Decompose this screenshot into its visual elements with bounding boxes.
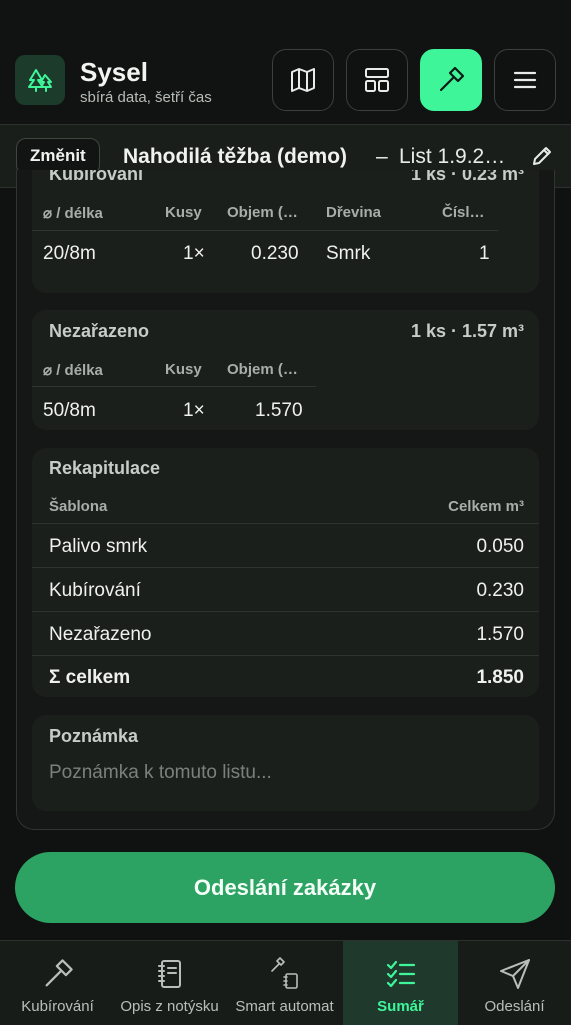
edit-pencil-icon[interactable] <box>531 145 553 167</box>
card-title: Rekapitulace <box>49 458 161 478</box>
kubirovani-card: Kubírování 1 ks · 0.23 m³ ⌀ / délka Kusy… <box>32 170 539 293</box>
col-header: Kusy <box>165 361 202 378</box>
nav-label: Kubírování <box>21 998 94 1015</box>
axe-icon <box>439 66 465 92</box>
nav-sumar[interactable]: Sumář <box>343 941 458 1025</box>
recap-total-value: 1.850 <box>476 667 524 688</box>
table-cell: 1 <box>479 243 490 264</box>
app-subtitle: sbírá data, šetří čas <box>80 89 212 106</box>
smart-automat-icon <box>270 957 298 989</box>
map-button[interactable] <box>272 49 334 111</box>
recap-row-value: 0.230 <box>476 580 524 601</box>
map-icon <box>291 68 315 92</box>
divider <box>32 523 539 524</box>
bottom-navigation: Kubírování Opis z notýsku Smart automat <box>0 940 571 1025</box>
nav-smart-automat[interactable]: Smart automat <box>227 941 342 1025</box>
send-icon <box>499 959 530 989</box>
recap-row-value: 0.050 <box>476 536 524 557</box>
recap-row-value: 1.570 <box>476 624 524 645</box>
card-title: Kubírování <box>49 170 144 184</box>
tools-button[interactable] <box>420 49 482 111</box>
col-header: ⌀ / délka <box>43 205 103 222</box>
recap-row-name: Palivo smrk <box>49 536 148 557</box>
recap-total-label: Σ celkem <box>49 667 131 688</box>
nezarazeno-card: Nezařazeno 1 ks · 1.57 m³ ⌀ / délka Kusy… <box>32 310 539 430</box>
recap-row-name: Nezařazeno <box>49 624 152 645</box>
note-input[interactable]: Poznámka k tomuto listu... <box>49 762 272 784</box>
col-header: Objem (… <box>227 204 298 221</box>
card-summary: 1 ks · 0.23 m³ <box>410 170 524 184</box>
nav-label: Odeslání <box>484 998 545 1015</box>
divider <box>32 230 498 231</box>
app-logo <box>15 55 65 105</box>
col-header: Celkem m³ <box>448 498 524 515</box>
col-header: Šablona <box>49 498 108 515</box>
checklist-icon <box>386 960 415 988</box>
card-summary: 1 ks · 1.57 m³ <box>410 321 524 341</box>
title-separator: – <box>376 145 388 168</box>
nav-kubirovani[interactable]: Kubírování <box>0 941 115 1025</box>
recap-row-name: Kubírování <box>49 580 141 601</box>
col-header: Dřevina <box>326 204 382 221</box>
menu-button[interactable] <box>494 49 556 111</box>
divider <box>32 567 539 568</box>
tree-logo-icon <box>28 69 52 92</box>
table-cell: 20/8m <box>43 243 96 264</box>
col-header: Čísl… <box>442 204 485 221</box>
layout-icon <box>365 68 389 92</box>
notebook-icon <box>157 960 181 988</box>
nav-odeslani[interactable]: Odeslání <box>458 941 571 1025</box>
col-header: Objem (… <box>227 361 298 378</box>
divider <box>32 611 539 612</box>
list-name: List 1.9.2… <box>399 145 506 168</box>
card-title: Nezařazeno <box>49 321 150 341</box>
divider <box>32 386 316 387</box>
col-header: Kusy <box>165 204 202 221</box>
nav-opis-z-notysku[interactable]: Opis z notýsku <box>112 941 227 1025</box>
app-header: Sysel sbírá data, šetří čas <box>0 0 571 124</box>
table-cell: Smrk <box>326 243 371 264</box>
table-cell: 1.570 <box>255 400 303 421</box>
layout-button[interactable] <box>346 49 408 111</box>
table-cell: 1× <box>183 400 205 421</box>
nav-label: Smart automat <box>235 998 334 1015</box>
table-cell: 0.230 <box>251 243 299 264</box>
job-title: Nahodilá těžba (demo) <box>123 145 348 168</box>
nav-label: Sumář <box>377 998 424 1015</box>
rekapitulace-card: Rekapitulace Šablona Celkem m³ Palivo sm… <box>32 448 539 697</box>
app-title: Sysel <box>80 57 148 87</box>
menu-icon <box>513 71 537 89</box>
submit-order-button[interactable]: Odeslání zakázky <box>15 852 555 923</box>
table-cell: 1× <box>183 243 205 264</box>
col-header: ⌀ / délka <box>43 362 103 379</box>
summary-panel: Kubírování 1 ks · 0.23 m³ ⌀ / délka Kusy… <box>16 170 555 830</box>
note-title: Poznámka <box>49 726 139 746</box>
table-cell: 50/8m <box>43 400 96 421</box>
axe-icon <box>45 959 73 987</box>
divider <box>32 655 539 656</box>
nav-label: Opis z notýsku <box>120 998 219 1015</box>
